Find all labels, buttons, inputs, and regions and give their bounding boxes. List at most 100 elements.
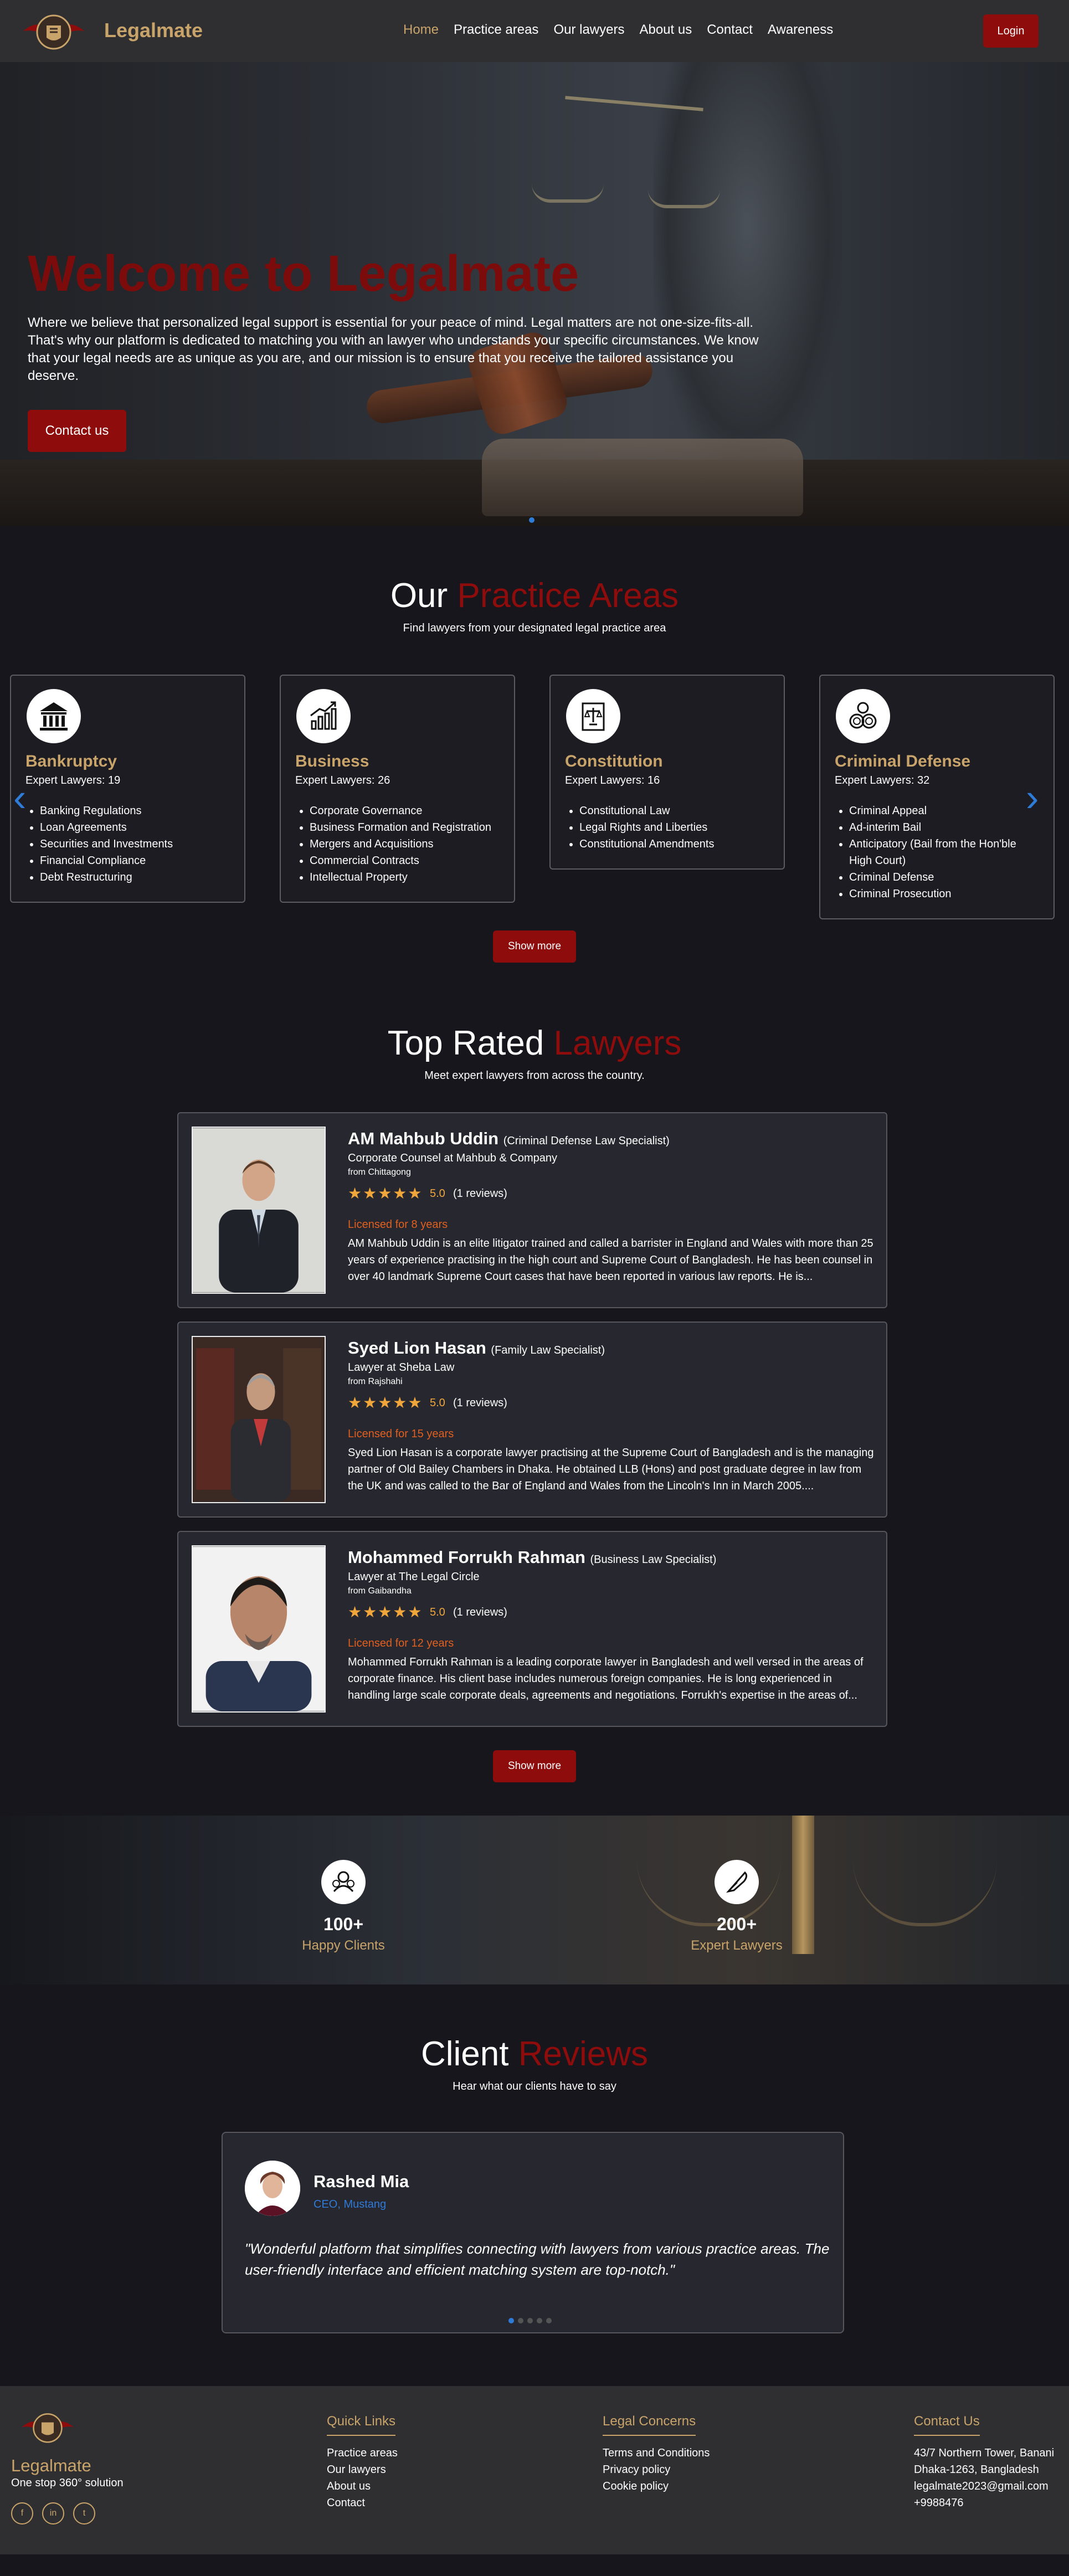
list-item: Business Formation and Registration (310, 819, 500, 836)
carousel-dot[interactable] (527, 2318, 533, 2323)
stats-banner: 100+ Happy Clients 200+ Expert Lawyers (0, 1816, 1069, 1984)
review-carousel-indicators (508, 2318, 552, 2323)
carousel-next-chevron-icon[interactable]: › (1026, 775, 1039, 820)
license-years: Licensed for 15 years (348, 1428, 454, 1440)
contact-us-button[interactable]: Contact us (28, 410, 126, 452)
nav-link-awareness[interactable]: Awareness (768, 22, 833, 38)
stat-number: 100+ (323, 1914, 364, 1934)
nav-link-home[interactable]: Home (403, 22, 439, 38)
footer-tagline: One stop 360° solution (11, 2477, 124, 2489)
lawyers-subtitle: Meet expert lawyers from across the coun… (424, 1070, 645, 1082)
footer-link[interactable]: Practice areas (327, 2445, 398, 2461)
list-item: Criminal Defense (849, 869, 1039, 886)
footer-link[interactable]: Privacy policy (603, 2461, 710, 2478)
carousel-prev-chevron-icon[interactable]: ‹ (13, 775, 26, 820)
contact-city: Dhaka-1263, Bangladesh (914, 2464, 1039, 2476)
login-button[interactable]: Login (983, 14, 1039, 48)
license-years: Licensed for 12 years (348, 1637, 454, 1649)
stat-label: Expert Lawyers (691, 1938, 783, 1953)
footer-link[interactable]: Cookie policy (603, 2478, 710, 2495)
reviewer-name: Rashed Mia (313, 2172, 409, 2191)
list-item: Ad-interim Bail (849, 819, 1039, 836)
scale-pan-right-decoration (648, 189, 720, 208)
contact-phone[interactable]: +9988476 (914, 2495, 1054, 2511)
star-rating-icon: ★★★★★ (348, 1394, 423, 1411)
footer-link[interactable]: Our lawyers (327, 2461, 398, 2478)
practice-topic-list: Constitutional Law Legal Rights and Libe… (565, 803, 769, 852)
linkedin-icon[interactable]: in (42, 2502, 64, 2524)
stat-number: 200+ (716, 1914, 757, 1934)
footer-column-title: Legal Concerns (603, 2414, 696, 2436)
nav-link-our-lawyers[interactable]: Our lawyers (553, 22, 624, 38)
reviewer-avatar (245, 2161, 300, 2216)
logo-icon[interactable] (20, 2407, 75, 2448)
carousel-dot[interactable] (537, 2318, 542, 2323)
expert-lawyers-count: Expert Lawyers: 26 (295, 774, 390, 786)
client-reviews-section: Client Reviews Hear what our clients hav… (0, 1984, 1069, 2386)
rating-value: 5.0 (430, 1606, 445, 1618)
list-item: Legal Rights and Liberties (579, 819, 769, 836)
footer-brand: Legalmate (11, 2456, 91, 2475)
brand-name[interactable]: Legalmate (104, 19, 203, 42)
list-item: Securities and Investments (40, 836, 230, 852)
stat-label: Happy Clients (302, 1938, 385, 1953)
twitter-icon[interactable]: t (73, 2502, 95, 2524)
carousel-dot[interactable] (518, 2318, 523, 2323)
footer-link[interactable]: Terms and Conditions (603, 2445, 710, 2461)
lawyer-photo (192, 1127, 326, 1294)
reviewer-role: CEO, Mustang (313, 2198, 387, 2210)
star-rating-icon: ★★★★★ (348, 1185, 423, 1202)
top-navbar: Legalmate Home Practice areas Our lawyer… (0, 0, 1069, 62)
footer-link[interactable]: Contact (327, 2495, 398, 2511)
practice-topic-list: Criminal Appeal Ad-interim Bail Anticipa… (835, 803, 1039, 902)
scale-pan-left-decoration (532, 184, 604, 203)
lawyer-bio: Syed Lion Hasan is a corporate lawyer pr… (348, 1447, 874, 1492)
practice-card-constitution[interactable]: Constitution Expert Lawyers: 16 Constitu… (549, 675, 785, 870)
hero-title: Welcome to Legalmate (28, 245, 579, 302)
practice-card-criminal-defense[interactable]: Criminal Defense Expert Lawyers: 32 Crim… (819, 675, 1055, 919)
carousel-dot[interactable] (546, 2318, 552, 2323)
lawyer-card[interactable]: Syed Lion Hasan (Family Law Specialist) … (177, 1322, 887, 1518)
practice-cards-carousel: Bankruptcy Expert Lawyers: 19 Banking Re… (10, 675, 1062, 924)
site-footer: Legalmate One stop 360° solution f in t … (0, 2386, 1069, 2554)
list-item: Constitutional Law (579, 803, 769, 819)
feather-pen-icon (715, 1860, 759, 1904)
list-item: Mergers and Acquisitions (310, 836, 500, 852)
footer-link[interactable]: About us (327, 2478, 398, 2495)
practice-card-title: Constitution (565, 752, 663, 770)
lawyer-card[interactable]: Mohammed Forrukh Rahman (Business Law Sp… (177, 1531, 887, 1727)
rating-value: 5.0 (430, 1187, 445, 1200)
facebook-icon[interactable]: f (11, 2502, 33, 2524)
lawyer-name: Syed Lion Hasan (Family Law Specialist) (348, 1338, 605, 1358)
handcuffs-icon (836, 689, 890, 743)
practice-topic-list: Banking Regulations Loan Agreements Secu… (25, 803, 230, 886)
lawyer-location: from Chittagong (348, 1168, 411, 1177)
contact-email[interactable]: legalmate2023@gmail.com (914, 2478, 1054, 2495)
practice-card-business[interactable]: Business Expert Lawyers: 26 Corporate Go… (280, 675, 515, 903)
logo-icon[interactable] (21, 9, 86, 54)
practice-card-bankruptcy[interactable]: Bankruptcy Expert Lawyers: 19 Banking Re… (10, 675, 245, 903)
review-card: Rashed Mia CEO, Mustang "Wonderful platf… (222, 2132, 844, 2333)
footer-column-title: Quick Links (327, 2414, 396, 2436)
nav-link-practice-areas[interactable]: Practice areas (454, 22, 538, 38)
lawyers-show-more-button[interactable]: Show more (493, 1750, 576, 1782)
lady-justice-statue-image (654, 62, 842, 472)
list-item: Debt Restructuring (40, 869, 230, 886)
lawyer-photo (192, 1336, 326, 1503)
top-rated-lawyers-section: Top Rated Lawyers Meet expert lawyers fr… (0, 1024, 1069, 1816)
star-rating-icon: ★★★★★ (348, 1603, 423, 1621)
nav-link-about-us[interactable]: About us (639, 22, 692, 38)
review-quote: "Wonderful platform that simplifies conn… (245, 2240, 830, 2278)
lawyer-card[interactable]: AM Mahbub Uddin (Criminal Defense Law Sp… (177, 1112, 887, 1308)
list-item: Loan Agreements (40, 819, 230, 836)
carousel-dot[interactable] (508, 2318, 514, 2323)
lawyer-position: Lawyer at Sheba Law (348, 1361, 455, 1374)
nav-link-contact[interactable]: Contact (707, 22, 753, 38)
practice-card-title: Criminal Defense (835, 752, 971, 770)
practice-show-more-button[interactable]: Show more (493, 930, 576, 963)
stat-expert-lawyers: 200+ Expert Lawyers (670, 1860, 803, 1953)
list-item: Commercial Contracts (310, 852, 500, 869)
hero-carousel-indicator[interactable] (529, 517, 534, 523)
footer-contact: Contact Us 43/7 Northern Tower, Banani D… (914, 2414, 1054, 2511)
list-item: Constitutional Amendments (579, 836, 769, 852)
